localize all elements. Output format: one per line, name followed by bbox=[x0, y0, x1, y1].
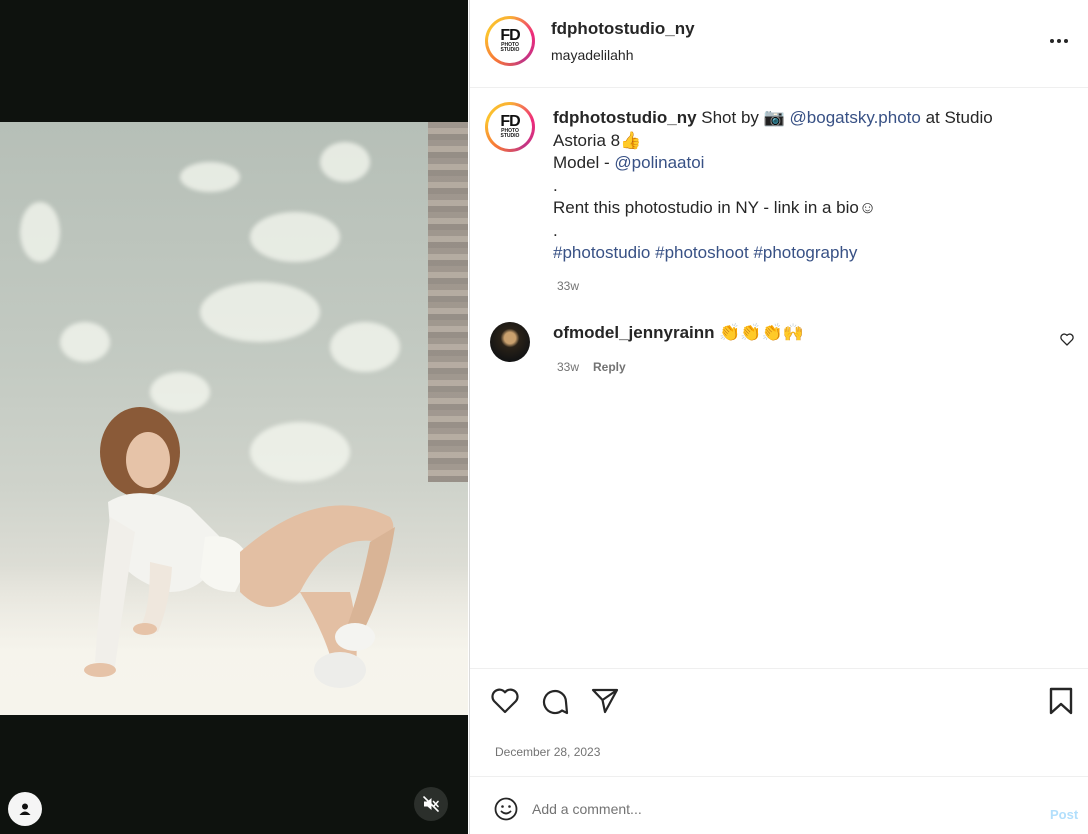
speaker-muted-icon bbox=[423, 796, 439, 812]
like-button[interactable] bbox=[490, 687, 520, 715]
comment-button[interactable] bbox=[540, 687, 570, 717]
more-options-icon bbox=[1050, 39, 1054, 43]
mute-toggle-button[interactable] bbox=[414, 787, 448, 821]
comment-input[interactable] bbox=[532, 795, 1012, 823]
reply-button[interactable]: Reply bbox=[593, 360, 626, 374]
caption-author-avatar[interactable]: FD PHOTO STUDIO bbox=[485, 102, 535, 152]
post-details-pane: FD PHOTO STUDIO fdphotostudio_ny mayadel… bbox=[469, 0, 1088, 834]
commenter-username[interactable]: ofmodel_jennyrainn bbox=[553, 323, 715, 342]
caption-text: Shot by 📷 bbox=[696, 108, 790, 127]
logo-sub-text: PHOTO STUDIO bbox=[500, 42, 520, 53]
header-subtitle[interactable]: mayadelilahh bbox=[551, 47, 634, 63]
comment-like-button[interactable] bbox=[1060, 333, 1074, 346]
more-options-icon bbox=[1057, 39, 1061, 43]
author-username[interactable]: fdphotostudio_ny bbox=[551, 19, 695, 39]
comment-text: 👏👏👏🙌 bbox=[719, 323, 804, 342]
emoji-button[interactable] bbox=[494, 797, 518, 821]
caption-age[interactable]: 33w bbox=[553, 275, 1033, 298]
emoji-icon bbox=[494, 797, 518, 821]
paper-plane-icon bbox=[591, 688, 619, 714]
post-header: FD PHOTO STUDIO fdphotostudio_ny mayadel… bbox=[470, 0, 1088, 88]
comment-composer: Post bbox=[470, 776, 1088, 834]
instagram-post-modal: FD PHOTO STUDIO fdphotostudio_ny mayadel… bbox=[0, 0, 1088, 834]
post-actions-bar: December 28, 2023 bbox=[470, 668, 1088, 776]
heart-icon bbox=[491, 688, 519, 714]
more-options-icon bbox=[1064, 39, 1068, 43]
logo-sub-text: PHOTO STUDIO bbox=[500, 128, 520, 139]
hashtag-link[interactable]: #photography bbox=[753, 243, 857, 262]
caption-dot: . bbox=[553, 220, 558, 240]
commenter-avatar[interactable] bbox=[490, 322, 530, 362]
user-tag-icon bbox=[19, 803, 31, 815]
caption-hashtags: #photostudio #photoshoot #photography bbox=[553, 242, 1033, 265]
caption-model-line: Model - @polinaatoi bbox=[553, 152, 1033, 175]
caption-text: Model - bbox=[553, 153, 615, 172]
hashtag-link[interactable]: #photoshoot bbox=[655, 243, 749, 262]
logo-main-text: FD bbox=[500, 113, 520, 130]
heart-icon bbox=[1060, 333, 1074, 346]
comment-body: ofmodel_jennyrainn 👏👏👏🙌 bbox=[553, 323, 804, 343]
model-figure bbox=[84, 407, 395, 688]
mention-model-link[interactable]: @polinaatoi bbox=[614, 153, 704, 172]
caption-username[interactable]: fdphotostudio_ny bbox=[553, 108, 697, 127]
caption-line-1: fdphotostudio_ny Shot by 📷 @bogatsky.pho… bbox=[553, 107, 1033, 152]
media-pane bbox=[0, 0, 468, 834]
save-button[interactable] bbox=[1048, 687, 1074, 715]
post-date[interactable]: December 28, 2023 bbox=[495, 745, 600, 759]
tagged-users-button[interactable] bbox=[8, 792, 42, 826]
caption-rent-line: Rent this photostudio in NY - link in a … bbox=[553, 198, 877, 217]
caption-dot: . bbox=[553, 175, 558, 195]
post-comment-button[interactable]: Post bbox=[1050, 807, 1078, 822]
comment-bubble-icon bbox=[542, 689, 569, 715]
more-options-button[interactable] bbox=[1047, 31, 1071, 51]
mention-photographer-link[interactable]: @bogatsky.photo bbox=[790, 108, 921, 127]
share-button[interactable] bbox=[591, 687, 619, 715]
comment-age[interactable]: 33w bbox=[557, 360, 579, 374]
post-photo[interactable] bbox=[0, 122, 468, 715]
post-caption: fdphotostudio_ny Shot by 📷 @bogatsky.pho… bbox=[553, 107, 1033, 297]
studio-logo: FD PHOTO STUDIO bbox=[488, 19, 532, 63]
studio-logo: FD PHOTO STUDIO bbox=[488, 105, 532, 149]
bookmark-icon bbox=[1049, 687, 1073, 715]
author-avatar[interactable]: FD PHOTO STUDIO bbox=[485, 16, 535, 66]
hashtag-link[interactable]: #photostudio bbox=[553, 243, 650, 262]
comment-meta: 33w Reply bbox=[557, 360, 626, 374]
logo-main-text: FD bbox=[500, 27, 520, 44]
